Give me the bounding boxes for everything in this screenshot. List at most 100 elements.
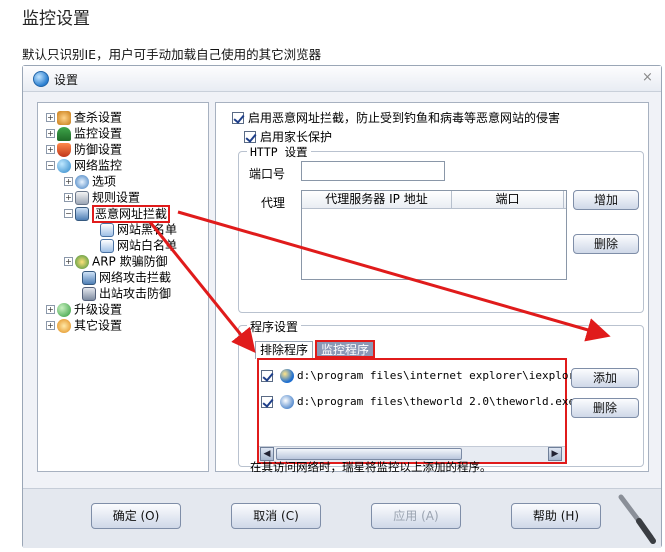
dialog-footer: 确定 (O) 取消 (C) 应用 (A) 帮助 (H) (23, 488, 661, 548)
tab-monitor-programs[interactable]: 监控程序 (315, 340, 376, 358)
tree-item-defense-settings[interactable]: + 防御设置 (46, 141, 122, 157)
list-item[interactable]: d:\program files\theworld 2.0\theworld.e… (261, 392, 575, 412)
computer-icon (82, 286, 96, 301)
tree-item-options[interactable]: + 选项 (64, 173, 116, 189)
globe-icon (57, 158, 71, 173)
http-group-title: HTTP 设置 (247, 144, 311, 160)
tree-item-network-attack-block[interactable]: 网络攻击拦截 (82, 269, 171, 285)
tree-item-site-whitelist[interactable]: 网站白名单 (100, 237, 177, 253)
apply-button[interactable]: 应用 (A) (371, 503, 461, 529)
tab-exclude-programs[interactable]: 排除程序 (255, 341, 314, 359)
page-heading: 监控设置 (22, 9, 90, 29)
tree-item-label: 选项 (92, 174, 117, 189)
program-note: 在其访问网络时，瑞星将监控以上添加的程序。 (250, 460, 492, 474)
port-input[interactable] (301, 161, 445, 181)
list-page-icon (100, 238, 114, 253)
add-program-button[interactable]: 添加 (571, 368, 639, 388)
checkbox-program[interactable] (261, 396, 273, 408)
checkbox-program[interactable] (261, 370, 273, 382)
expand-icon[interactable]: + (46, 129, 55, 138)
list-page-icon (100, 222, 114, 237)
proxy-label: 代理 (261, 196, 286, 210)
tree-item-arp-defense[interactable]: + ARP 欺骗防御 (64, 253, 168, 269)
scroll-right-icon[interactable]: ▶ (548, 447, 562, 461)
tree-item-malicious-url-block[interactable]: − 恶意网址拦截 (64, 204, 171, 223)
http-settings-group: HTTP 设置 端口号 代理 代理服务器 IP 地址 端口 增加 删除 (238, 144, 644, 313)
help-button[interactable]: 帮助 (H) (511, 503, 601, 529)
tree-item-label: 网络监控 (74, 158, 123, 173)
expand-icon[interactable]: + (46, 305, 55, 314)
option-label: 启用恶意网址拦截，防止受到钓鱼和病毒等恶意网站的侵害 (248, 111, 561, 125)
tree-item-label: 查杀设置 (74, 110, 123, 125)
tree-item-outbound-attack-defense[interactable]: 出站攻击防御 (82, 285, 171, 301)
malicious-url-option[interactable]: 启用恶意网址拦截，防止受到钓鱼和病毒等恶意网站的侵害 (232, 109, 560, 126)
tree-item-label: ARP 欺骗防御 (92, 254, 168, 269)
monitor-icon (82, 270, 96, 285)
settings-window: 设置 × + 查杀设置 + 监控设置 + 防御设置 − 网络监控 + 选项 + 规则设置 (22, 65, 662, 548)
list-item[interactable]: d:\program files\internet explorer\iexpl… (261, 366, 588, 386)
proxy-table-header: 代理服务器 IP 地址 端口 (302, 191, 566, 209)
expand-icon[interactable]: + (46, 113, 55, 122)
tree-item-site-blacklist[interactable]: 网站黑名单 (100, 221, 177, 237)
page-description: 默认只识别IE，用户可手动加载自己使用的其它浏览器 (22, 47, 322, 62)
rules-icon (75, 190, 89, 205)
collapse-icon[interactable]: − (46, 161, 55, 170)
option-label: 启用家长保护 (260, 130, 333, 144)
collapse-icon[interactable]: − (64, 209, 73, 218)
program-path: d:\program files\theworld 2.0\theworld.e… (297, 395, 576, 408)
expand-icon[interactable]: + (46, 321, 55, 330)
monitored-program-list[interactable]: d:\program files\internet explorer\iexpl… (257, 358, 588, 464)
settings-body: + 查杀设置 + 监控设置 + 防御设置 − 网络监控 + 选项 + 规则设置 − 恶意网址拦… (23, 92, 661, 488)
delete-program-button[interactable]: 删除 (571, 398, 639, 418)
gear-icon (57, 318, 71, 333)
program-group-title: 程序设置 (247, 318, 302, 335)
column-proxy-ip[interactable]: 代理服务器 IP 地址 (302, 191, 452, 208)
expand-icon[interactable]: + (64, 257, 73, 266)
pen-knife-icon (618, 494, 656, 544)
tree-item-upgrade-settings[interactable]: + 升级设置 (46, 301, 122, 317)
delete-proxy-button[interactable]: 删除 (573, 234, 639, 254)
expand-icon[interactable]: + (64, 177, 73, 186)
tree-item-label: 出站攻击防御 (99, 286, 172, 301)
expand-icon[interactable]: + (64, 193, 73, 202)
tree-item-label: 规则设置 (92, 190, 141, 205)
tree-item-label: 恶意网址拦截 (92, 204, 171, 223)
window-titlebar: 设置 × (23, 66, 661, 92)
monitor-icon (75, 206, 89, 221)
checkbox-parental[interactable] (244, 130, 256, 143)
expand-icon[interactable]: + (46, 145, 55, 154)
tree-item-network-monitor[interactable]: − 网络监控 (46, 157, 122, 173)
program-settings-group: 程序设置 排除程序 监控程序 d:\program files\internet… (238, 318, 644, 467)
checkbox-malicious-url[interactable] (232, 111, 244, 124)
settings-content: 启用恶意网址拦截，防止受到钓鱼和病毒等恶意网站的侵害 启用家长保护 HTTP 设… (215, 102, 649, 474)
tree-item-monitor-settings[interactable]: + 监控设置 (46, 125, 122, 141)
tree-item-rule-settings[interactable]: + 规则设置 (64, 189, 140, 205)
window-title: 设置 (54, 73, 79, 87)
tree-item-label: 网站白名单 (117, 238, 178, 253)
umbrella-icon (57, 126, 71, 141)
tree-item-label: 网络攻击拦截 (99, 270, 172, 285)
tree-item-label: 网站黑名单 (117, 222, 178, 237)
tree-item-label: 监控设置 (74, 126, 123, 141)
tree-item-label: 升级设置 (74, 302, 123, 317)
column-port[interactable]: 端口 (452, 191, 564, 208)
proxy-table[interactable]: 代理服务器 IP 地址 端口 (301, 190, 567, 280)
ok-button[interactable]: 确定 (O) (91, 503, 181, 529)
parental-option[interactable]: 启用家长保护 (244, 128, 332, 145)
close-icon[interactable]: × (642, 70, 653, 85)
add-proxy-button[interactable]: 增加 (573, 190, 639, 210)
tree-item-label: 其它设置 (74, 318, 123, 333)
ie-browser-icon (280, 369, 294, 383)
app-logo-icon (33, 71, 49, 87)
tree-item-other-settings[interactable]: + 其它设置 (46, 317, 122, 333)
shield-icon (57, 142, 71, 157)
tree-item-scan-settings[interactable]: + 查杀设置 (46, 109, 122, 125)
magnifier-icon (57, 110, 71, 125)
port-label: 端口号 (249, 167, 286, 181)
settings-tree: + 查杀设置 + 监控设置 + 防御设置 − 网络监控 + 选项 + 规则设置 − 恶意网址拦… (37, 102, 209, 472)
gear-icon (75, 174, 89, 189)
tree-item-label: 防御设置 (74, 142, 123, 157)
cancel-button[interactable]: 取消 (C) (231, 503, 321, 529)
upgrade-icon (57, 302, 71, 317)
theworld-browser-icon (280, 395, 294, 409)
